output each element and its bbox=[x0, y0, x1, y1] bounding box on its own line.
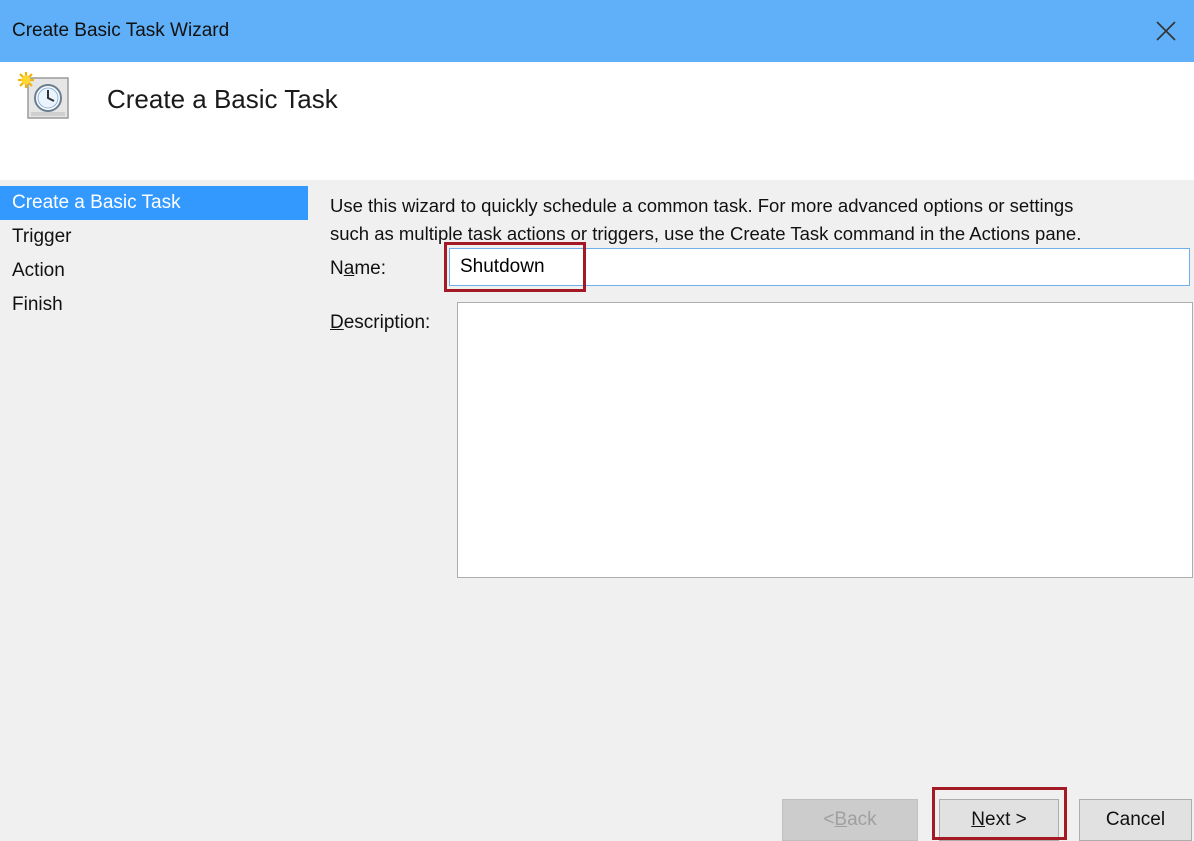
nav-item-finish[interactable]: Finish bbox=[0, 288, 316, 322]
next-label-post: ext > bbox=[985, 809, 1027, 830]
wizard-body: Create a Basic Task Trigger Action Finis… bbox=[0, 180, 1194, 841]
name-field[interactable] bbox=[449, 248, 1190, 286]
name-label: Name: bbox=[330, 258, 386, 280]
intro-line-2: such as multiple task actions or trigger… bbox=[330, 223, 1082, 244]
nav-item-action[interactable]: Action bbox=[0, 254, 316, 288]
close-icon bbox=[1156, 21, 1176, 41]
intro-line-1: Use this wizard to quickly schedule a co… bbox=[330, 195, 1074, 216]
window-title: Create Basic Task Wizard bbox=[12, 20, 230, 41]
wizard-intro-text: Use this wizard to quickly schedule a co… bbox=[330, 192, 1180, 248]
back-label-pre: < bbox=[823, 809, 835, 830]
task-scheduler-clock-icon bbox=[18, 72, 69, 119]
back-label-post: ack bbox=[847, 809, 877, 830]
description-label-accel: D bbox=[330, 312, 344, 333]
cancel-button[interactable]: Cancel bbox=[1079, 799, 1192, 841]
page-title: Create a Basic Task bbox=[107, 84, 338, 114]
name-label-pre: N bbox=[330, 258, 344, 279]
description-label: Description: bbox=[330, 312, 430, 334]
nav-item-create-basic-task[interactable]: Create a Basic Task bbox=[0, 186, 308, 220]
next-button[interactable]: Next > bbox=[939, 799, 1059, 841]
back-button[interactable]: < Back bbox=[782, 799, 918, 841]
wizard-header: Create a Basic Task bbox=[0, 62, 1194, 180]
nav-item-trigger[interactable]: Trigger bbox=[0, 220, 316, 254]
description-field[interactable] bbox=[457, 302, 1193, 578]
title-bar: Create Basic Task Wizard bbox=[0, 0, 1194, 62]
next-label-accel: N bbox=[971, 809, 985, 830]
description-label-post: escription: bbox=[343, 312, 431, 333]
name-label-accel: a bbox=[343, 258, 355, 279]
wizard-steps-nav: Create a Basic Task Trigger Action Finis… bbox=[0, 186, 316, 322]
back-label-accel: B bbox=[834, 809, 848, 830]
name-label-post: me: bbox=[354, 258, 386, 279]
close-button[interactable] bbox=[1138, 0, 1194, 62]
